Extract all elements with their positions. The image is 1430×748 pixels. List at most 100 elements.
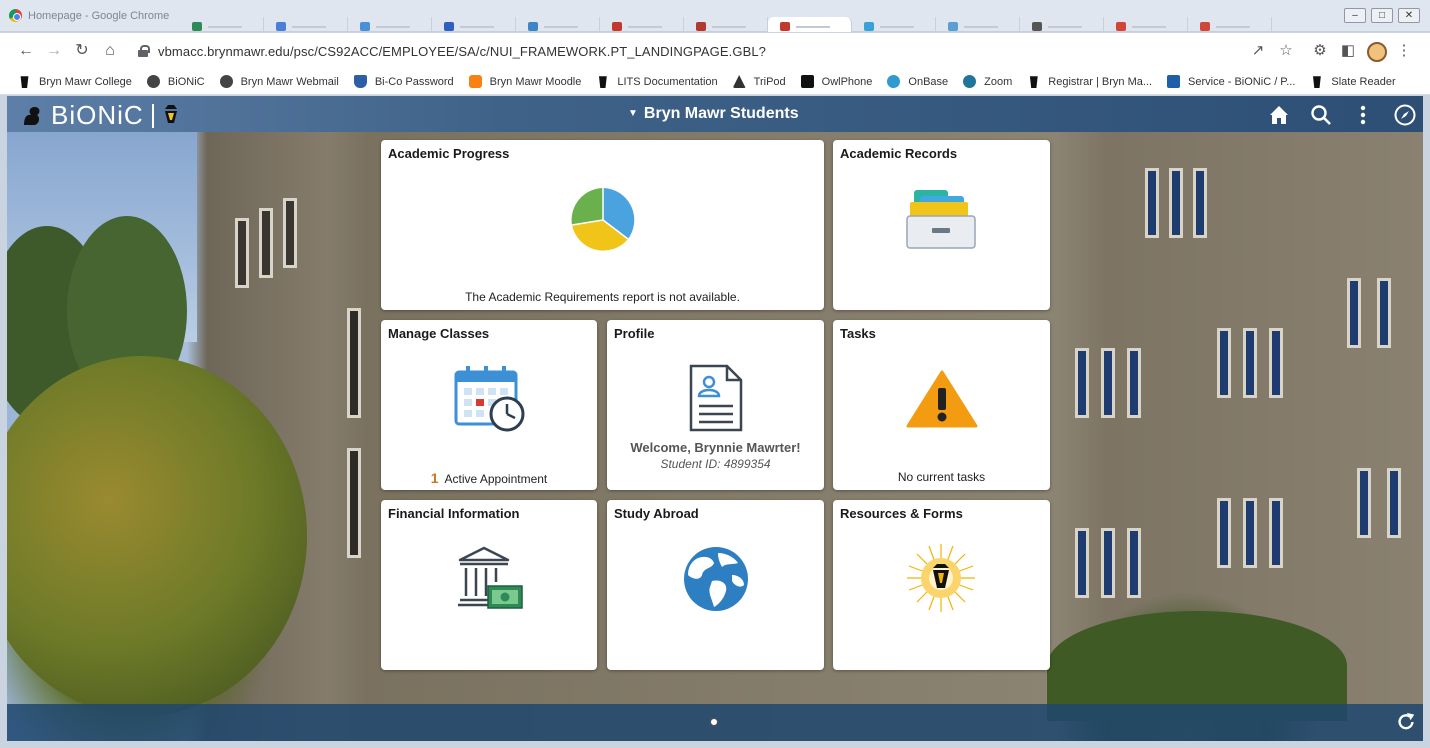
browser-tab[interactable] [1020,17,1104,32]
tile-title: Financial Information [388,506,520,521]
tile-footer: The Academic Requirements report is not … [465,290,740,304]
bookmark-item[interactable]: BiONiC [146,75,205,88]
background-window [1347,278,1361,348]
owlphone-icon [800,75,814,88]
lantern-icon [20,76,29,88]
logo-text: BiONiC [51,100,144,130]
globe-icon [219,75,233,88]
background-window [347,448,361,558]
bookmark-item[interactable]: Zoom [963,75,1012,88]
lantern-sunburst-icon [907,544,975,612]
background-window [235,218,249,288]
bookmark-item[interactable]: Slate Reader [1310,75,1396,88]
chrome-icon [9,9,22,22]
refresh-icon[interactable] [1395,711,1417,733]
bookmark-item[interactable]: OnBase [887,75,948,88]
browser-tab[interactable] [348,17,432,32]
lantern-icon [1029,76,1038,88]
tile-academic-records[interactable]: Academic Records [833,140,1050,310]
background-window [1075,528,1089,598]
bookmark-item[interactable]: Bi-Co Password [353,75,454,88]
browser-tab[interactable] [852,17,936,32]
tile-title: Profile [614,326,655,341]
lock-icon [138,45,150,57]
tab-favicon-icon [612,22,622,31]
tile-manage-classes[interactable]: Manage Classes 1 Active Appointment [381,320,597,490]
tab-title-placeholder [460,26,494,28]
tile-tasks[interactable]: Tasks No current tasks [833,320,1050,490]
background-window [1145,168,1159,238]
globe-icon [146,75,160,88]
background-window [1387,468,1401,538]
pie-chart-icon [571,188,635,251]
calendar-clock-icon [454,366,525,432]
tile-title: Academic Progress [388,146,510,161]
side-panel-icon[interactable]: ◧ [1338,41,1358,59]
bookmark-item[interactable]: TriPod [732,75,786,88]
address-bar[interactable]: vbmacc.brynmawr.edu/psc/CS92ACC/EMPLOYEE… [130,39,1310,65]
caret-down-icon: ▼ [628,108,638,119]
bookmark-item[interactable]: Registrar | Bryn Ma... [1027,75,1152,88]
browser-tab[interactable] [768,17,852,32]
bookmark-item[interactable]: Bryn Mawr Moodle [468,75,581,88]
page-indicator-dot[interactable] [710,718,718,726]
extensions-icon[interactable]: ⚙ [1310,41,1330,59]
share-icon[interactable]: ↗ [1248,41,1268,59]
bookmark-item[interactable]: LITS Documentation [596,75,718,88]
chrome-menu-icon[interactable]: ⋮ [1394,41,1414,59]
bookmark-item[interactable]: Bryn Mawr College [18,75,132,88]
browser-tab[interactable] [432,17,516,32]
tile-title: Academic Records [840,146,958,161]
minimize-button[interactable]: – [1344,8,1366,23]
home-icon[interactable] [1267,103,1291,127]
tab-title-placeholder [1132,26,1166,28]
navbar-compass-icon[interactable] [1393,103,1417,127]
home-icon[interactable]: ⌂ [100,41,120,61]
browser-tab[interactable] [516,17,600,32]
bookmark-star-icon[interactable]: ☆ [1276,41,1296,59]
bookmark-item[interactable]: Bryn Mawr Webmail [219,75,339,88]
tab-favicon-icon [948,22,958,31]
reload-icon[interactable]: ↻ [72,41,92,61]
tab-title-placeholder [796,26,830,28]
browser-tab[interactable] [684,17,768,32]
browser-tab[interactable] [1104,17,1188,32]
maximize-button[interactable]: □ [1371,8,1393,23]
tile-financial-information[interactable]: Financial Information [381,500,597,670]
browser-toolbar: ← → ↻ ⌂ vbmacc.brynmawr.edu/psc/CS92ACC/… [0,33,1430,69]
browser-tab[interactable] [936,17,1020,32]
bookmark-label: OwlPhone [821,75,873,88]
bionic-logo[interactable]: BiONiC [21,100,180,131]
bookmark-label: Bi-Co Password [374,75,454,88]
forward-icon[interactable]: → [44,41,64,61]
browser-tab[interactable] [264,17,348,32]
tile-resources-forms[interactable]: Resources & Forms [833,500,1050,670]
browser-tab[interactable] [180,17,264,32]
tab-title-placeholder [376,26,410,28]
background-window [1269,328,1283,398]
bookmark-item[interactable]: Service - BiONiC / P... [1167,75,1295,88]
window-title: Homepage - Google Chrome [28,10,170,22]
background-window [1243,328,1257,398]
lantern-icon [598,76,607,88]
td-icon [1167,75,1181,88]
close-button[interactable]: ✕ [1398,8,1420,23]
tile-profile[interactable]: Profile Welcome, Brynnie Mawrter! Studen… [607,320,824,490]
shield-icon [353,75,367,88]
search-icon[interactable] [1309,103,1333,127]
browser-tab[interactable] [600,17,684,32]
tile-title: Study Abroad [614,506,699,521]
profile-document-icon [689,364,743,432]
warning-icon [906,370,978,428]
browser-tab[interactable] [1188,17,1272,32]
bookmark-label: OnBase [908,75,949,88]
homepage-selector[interactable]: ▼ Bryn Mawr Students [628,105,799,123]
back-icon[interactable]: ← [16,41,36,61]
bookmark-item[interactable]: OwlPhone [800,75,873,88]
tile-title: Resources & Forms [840,506,963,521]
actions-menu-icon[interactable] [1351,103,1375,127]
tile-academic-progress[interactable]: Academic Progress The Academic Requireme… [381,140,824,310]
profile-avatar[interactable] [1367,42,1387,62]
tile-study-abroad[interactable]: Study Abroad [607,500,824,670]
tile-title: Manage Classes [388,326,490,341]
